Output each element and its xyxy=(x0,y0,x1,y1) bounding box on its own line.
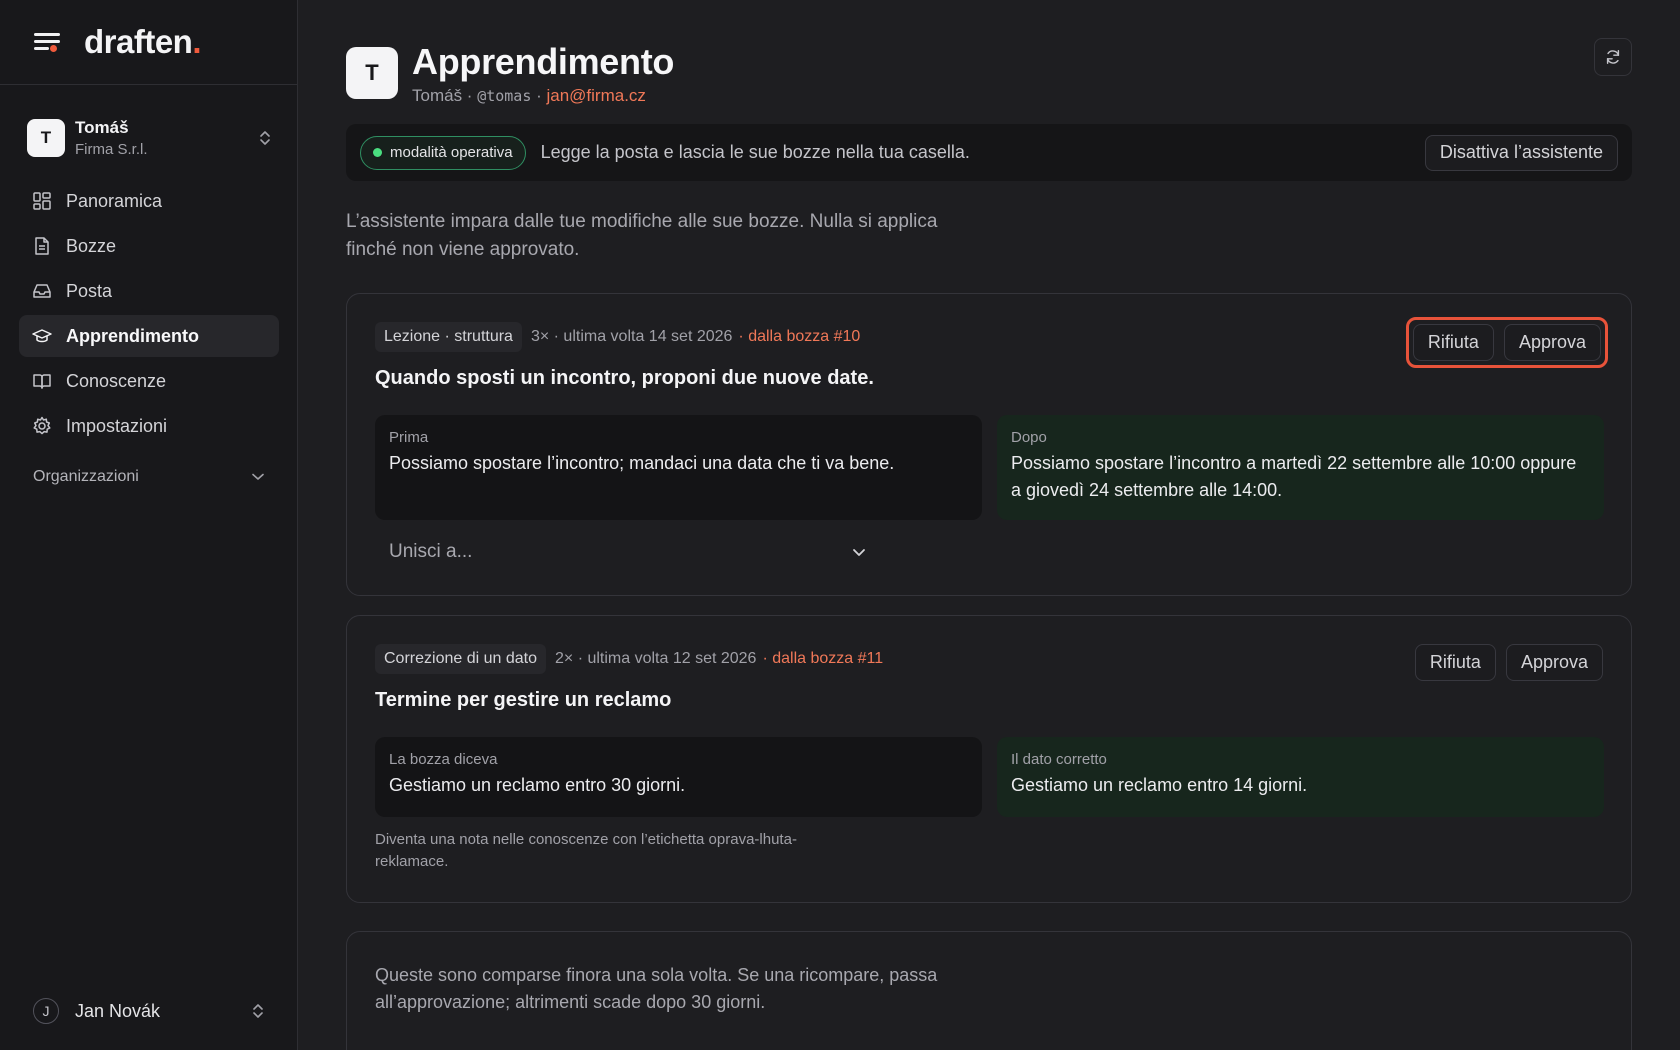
chevron-up-down-icon xyxy=(253,1004,263,1018)
group-label: Organizzazioni xyxy=(33,468,139,485)
sidebar: draften. T Tomáš Firma S.r.l. Panoramica… xyxy=(0,0,298,1050)
user-name: Jan Novák xyxy=(75,1000,161,1021)
disable-assistant-button[interactable]: Disattiva l’assistente xyxy=(1424,134,1618,171)
document-icon xyxy=(35,237,49,255)
reject-button[interactable]: Rifiuta xyxy=(1412,324,1494,361)
after-panel: Il dato corretto Gestiamo un reclamo ent… xyxy=(997,737,1604,817)
pending-lessons-card: Queste sono comparse finora una sola vol… xyxy=(346,931,1632,1050)
after-text: Possiamo spostare l’incontro a martedì 2… xyxy=(1011,453,1577,500)
last-seen: · ultima volta 14 set 2026 xyxy=(553,328,733,345)
occurrence-count: 3× xyxy=(530,328,550,345)
sidebar-item-posta[interactable]: Posta xyxy=(19,270,279,312)
knowledge-note: Diventa una nota nelle conoscenze con l’… xyxy=(375,831,797,870)
after-panel: Dopo Possiamo spostare l’incontro a mart… xyxy=(997,415,1604,520)
sidebar-item-label: Posta xyxy=(66,280,113,301)
subtitle-handle: @tomas xyxy=(477,87,532,105)
merge-select[interactable]: Unisci a... xyxy=(375,532,880,572)
sidebar-item-label: Apprendimento xyxy=(66,325,199,346)
approve-button[interactable]: Approva xyxy=(1505,644,1603,681)
after-text: Gestiamo un reclamo entro 14 giorni. xyxy=(1011,775,1308,795)
source-draft-link[interactable]: · dalla bozza #10 xyxy=(738,328,860,346)
assistant-status-bar: modalità operativa Legge la posta e lasc… xyxy=(346,124,1632,181)
page-subtitle: Tomáš · @tomas · jan@firma.cz xyxy=(412,86,674,106)
grid-icon xyxy=(33,192,51,210)
sidebar-item-label: Conoscenze xyxy=(66,370,167,391)
lesson-type-tag: Lezione · struttura xyxy=(375,322,522,352)
before-text: Gestiamo un reclamo entro 30 giorni. xyxy=(389,775,686,795)
user-menu[interactable]: J Jan Novák xyxy=(33,996,265,1026)
status-badge: modalità operativa xyxy=(360,135,526,170)
sidebar-nav: Panoramica Bozze Posta Apprendimento Con… xyxy=(19,180,279,495)
chevron-up-down-icon xyxy=(260,131,270,145)
account-avatar: T xyxy=(27,119,65,157)
approve-button[interactable]: Approva xyxy=(1503,324,1601,361)
refresh-button[interactable] xyxy=(1594,38,1632,76)
before-panel: La bozza diceva Gestiamo un reclamo entr… xyxy=(375,737,982,817)
before-label: Prima xyxy=(389,429,429,446)
sidebar-item-conoscenze[interactable]: Conoscenze xyxy=(19,360,279,402)
lesson-card: Lezione · struttura 3× · ultima volta 14… xyxy=(346,293,1632,596)
sidebar-item-impostazioni[interactable]: Impostazioni xyxy=(19,405,279,447)
graduation-cap-icon xyxy=(32,329,52,343)
correction-title: Termine per gestire un reclamo xyxy=(375,689,672,711)
card-meta: Correzione di un dato 2× · ultima volta … xyxy=(375,644,883,674)
lesson-type-tag: Correzione di un dato xyxy=(375,644,546,674)
status-description: Legge la posta e lascia le sue bozze nel… xyxy=(540,142,970,162)
separator: · xyxy=(462,86,478,105)
sidebar-item-bozze[interactable]: Bozze xyxy=(19,225,279,267)
lesson-title: Quando sposti un incontro, proponi due n… xyxy=(375,367,874,389)
after-label: Il dato corretto xyxy=(1011,751,1107,768)
separator: · xyxy=(531,86,547,105)
menu-icon[interactable] xyxy=(34,31,60,53)
refresh-icon xyxy=(1606,49,1620,65)
chevron-down-icon xyxy=(252,473,264,480)
sidebar-item-panoramica[interactable]: Panoramica xyxy=(19,180,279,222)
page-header: T Apprendimento Tomáš · @tomas · jan@fir… xyxy=(346,40,674,106)
sidebar-item-label: Panoramica xyxy=(66,190,163,211)
sidebar-item-label: Bozze xyxy=(66,235,117,256)
subtitle-name: Tomáš xyxy=(412,86,463,105)
brand-logo[interactable]: draften. xyxy=(84,23,201,61)
book-icon xyxy=(33,374,51,389)
account-switcher[interactable]: T Tomáš Firma S.r.l. xyxy=(27,116,272,160)
card-meta: Lezione · struttura 3× · ultima volta 14… xyxy=(375,322,860,352)
before-label: La bozza diceva xyxy=(389,751,498,768)
user-avatar: J xyxy=(33,998,59,1024)
sidebar-item-apprendimento[interactable]: Apprendimento xyxy=(19,315,279,357)
subtitle-email-link[interactable]: jan@firma.cz xyxy=(546,86,645,105)
status-badge-label: modalità operativa xyxy=(390,144,513,161)
sidebar-item-label: Impostazioni xyxy=(66,415,168,436)
source-draft-link[interactable]: · dalla bozza #11 xyxy=(762,650,883,668)
status-dot-icon xyxy=(373,148,382,157)
inbox-icon xyxy=(33,284,51,298)
after-label: Dopo xyxy=(1011,429,1047,446)
brand-header: draften. xyxy=(0,0,297,85)
reject-button[interactable]: Rifiuta xyxy=(1414,644,1496,681)
card-actions: Rifiuta Approva xyxy=(1414,644,1603,681)
page-intro: L’assistente impara dalle tue modifiche … xyxy=(346,211,938,260)
page-title: Apprendimento xyxy=(412,41,675,82)
merge-placeholder: Unisci a... xyxy=(389,541,473,562)
account-name: Tomáš xyxy=(75,118,129,137)
pending-intro: Queste sono comparse finora una sola vol… xyxy=(375,965,938,1012)
card-actions: Rifiuta Approva xyxy=(1405,317,1608,368)
page-avatar: T xyxy=(346,47,398,99)
organizations-group-toggle[interactable]: Organizzazioni xyxy=(19,459,279,495)
last-seen: · ultima volta 12 set 2026 xyxy=(577,650,757,667)
before-panel: Prima Possiamo spostare l’incontro; mand… xyxy=(375,415,982,520)
main-content: T Apprendimento Tomáš · @tomas · jan@fir… xyxy=(298,0,1680,1050)
account-org: Firma S.r.l. xyxy=(75,141,148,158)
occurrence-count: 2× xyxy=(554,650,574,667)
chevron-down-icon xyxy=(853,548,865,556)
correction-card: Correzione di un dato 2× · ultima volta … xyxy=(346,615,1632,903)
gear-icon xyxy=(33,416,51,435)
before-text: Possiamo spostare l’incontro; mandaci un… xyxy=(389,453,895,473)
